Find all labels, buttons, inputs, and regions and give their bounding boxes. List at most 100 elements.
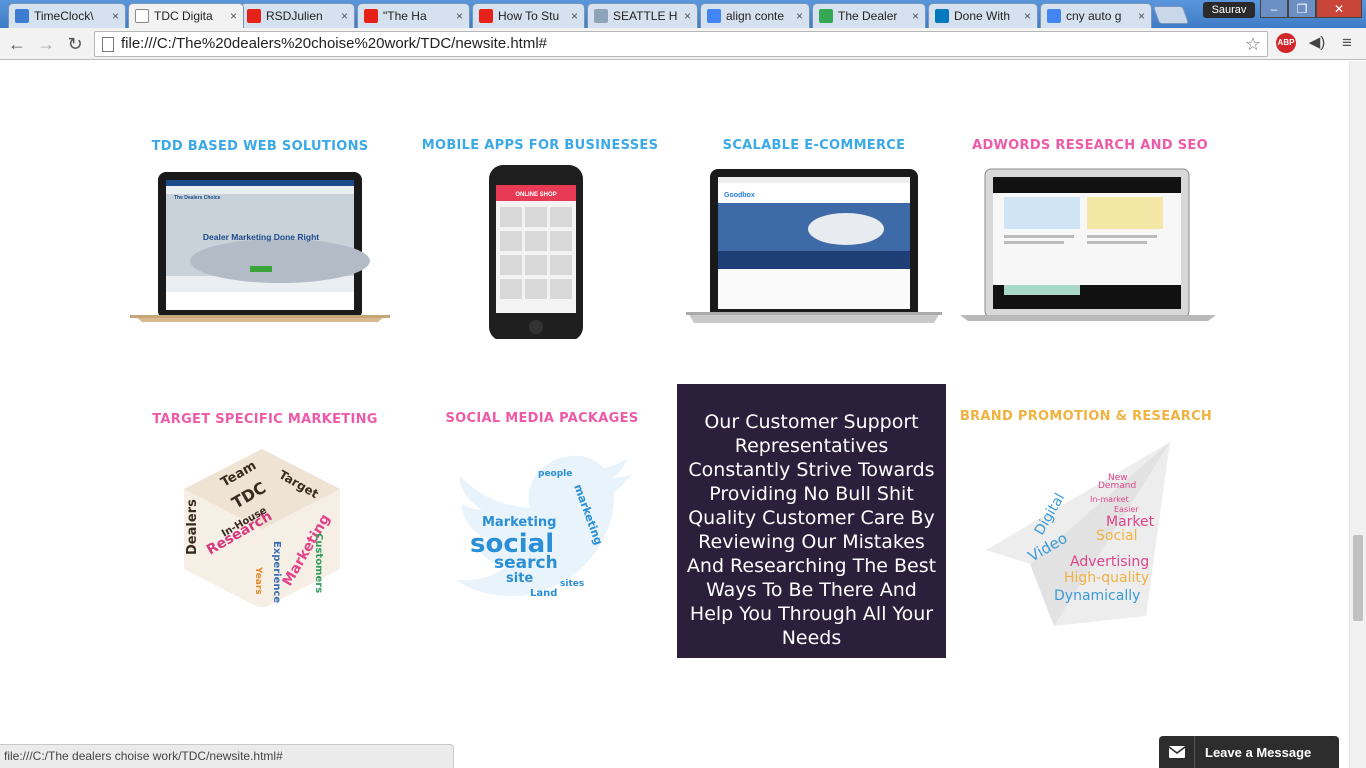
service-title: ADWORDS RESEARCH AND SEO bbox=[972, 138, 1208, 153]
tab-label: RSDJulien bbox=[266, 9, 323, 23]
globe-icon bbox=[15, 9, 29, 23]
service-title: MOBILE APPS FOR BUSINESSES bbox=[421, 138, 659, 153]
browser-tab[interactable]: TimeClock\ × bbox=[8, 3, 126, 28]
scrollbar-thumb[interactable] bbox=[1353, 535, 1363, 621]
mockup-logo: Goodbox bbox=[724, 192, 755, 199]
svg-text:Dealers: Dealers bbox=[185, 499, 200, 555]
vertical-scrollbar[interactable] bbox=[1349, 61, 1366, 768]
phone-mockup-image: ONLINE SHOP bbox=[489, 165, 583, 341]
bookmark-star-icon[interactable]: ☆ bbox=[1245, 32, 1261, 56]
youtube-icon bbox=[479, 9, 493, 23]
close-window-icon[interactable]: ✕ bbox=[1316, 0, 1362, 18]
close-tab-icon[interactable]: × bbox=[796, 9, 803, 23]
trello-icon bbox=[935, 9, 949, 23]
svg-text:Marketing: Marketing bbox=[482, 515, 556, 530]
browser-tab[interactable]: The Dealer × bbox=[812, 3, 926, 28]
address-bar[interactable]: file:///C:/The%20dealers%20choise%20work… bbox=[94, 31, 1268, 57]
hexagon-wordcloud-image: Team Target TDC Dealers Research Marketi… bbox=[184, 449, 340, 609]
maximize-icon[interactable]: ❐ bbox=[1288, 0, 1316, 18]
browser-tab[interactable]: "The Ha × bbox=[357, 3, 470, 28]
mockup-logo: The Dealers Choice bbox=[174, 195, 221, 201]
service-web-solutions: TDD BASED WEB SOLUTIONS Dealer Marketing… bbox=[130, 139, 390, 331]
svg-text:Customers: Customers bbox=[313, 533, 324, 593]
reload-icon[interactable]: ↻ bbox=[64, 33, 86, 55]
svg-text:High-quality: High-quality bbox=[1064, 570, 1149, 586]
svg-text:Experience: Experience bbox=[271, 541, 282, 603]
tab-strip: TimeClock\ × TDC Digita × RSDJulien × "The Ha ×… bbox=[0, 0, 1366, 28]
svg-text:Easier: Easier bbox=[1114, 505, 1139, 514]
service-social-media: SOCIAL MEDIA PACKAGES Marketing social s… bbox=[420, 411, 664, 611]
close-tab-icon[interactable]: × bbox=[571, 9, 578, 23]
svg-text:people: people bbox=[538, 469, 572, 479]
browser-tab[interactable]: cny auto g × bbox=[1040, 3, 1152, 28]
browser-tab[interactable]: TDC Digita × bbox=[128, 3, 244, 28]
tab-label: TimeClock\ bbox=[34, 9, 94, 23]
close-tab-icon[interactable]: × bbox=[684, 9, 691, 23]
paper-plane-wordcloud-image: Video Digital Market Social Advertising … bbox=[986, 442, 1170, 626]
browser-tab[interactable]: RSDJulien × bbox=[240, 3, 355, 28]
svg-text:Demand: Demand bbox=[1098, 481, 1136, 491]
service-title: TARGET SPECIFIC MARKETING bbox=[152, 412, 378, 427]
svg-text:In-market: In-market bbox=[1090, 495, 1129, 504]
maps-icon bbox=[819, 9, 833, 23]
service-title: SOCIAL MEDIA PACKAGES bbox=[445, 411, 639, 426]
back-icon[interactable]: ← bbox=[6, 33, 28, 55]
close-tab-icon[interactable]: × bbox=[1138, 9, 1145, 23]
close-tab-icon[interactable]: × bbox=[456, 9, 463, 23]
chat-label: Leave a Message bbox=[1205, 744, 1312, 760]
browser-tab[interactable]: align conte × bbox=[700, 3, 810, 28]
service-ecommerce: SCALABLE E-COMMERCE Goodbox bbox=[686, 138, 942, 332]
browser-tab[interactable]: SEATTLE H × bbox=[587, 3, 698, 28]
menu-icon[interactable]: ≡ bbox=[1336, 33, 1358, 53]
new-tab-button[interactable] bbox=[1152, 6, 1190, 24]
svg-text:Land: Land bbox=[530, 588, 557, 599]
extension-icon[interactable]: ◀) bbox=[1306, 33, 1328, 53]
svg-text:Dynamically: Dynamically bbox=[1054, 588, 1140, 604]
close-tab-icon[interactable]: × bbox=[230, 9, 237, 23]
url-text: file:///C:/The%20dealers%20choise%20work… bbox=[121, 35, 548, 52]
s-icon bbox=[594, 9, 608, 23]
leave-message-button[interactable]: Leave a Message bbox=[1159, 736, 1339, 768]
svg-text:sites: sites bbox=[560, 579, 584, 589]
forward-icon[interactable]: → bbox=[35, 33, 57, 55]
browser-toolbar: ← → ↻ file:///C:/The%20dealers%20choise%… bbox=[0, 28, 1366, 60]
close-tab-icon[interactable]: × bbox=[341, 9, 348, 23]
service-target-marketing: TARGET SPECIFIC MARKETING Team Target TD… bbox=[140, 412, 390, 612]
svg-text:search: search bbox=[494, 553, 558, 573]
service-title: TDD BASED WEB SOLUTIONS bbox=[151, 139, 369, 154]
tab-label: Done With bbox=[954, 9, 1011, 23]
close-tab-icon[interactable]: × bbox=[112, 9, 119, 23]
youtube-icon bbox=[247, 9, 261, 23]
page-viewport: TDD BASED WEB SOLUTIONS Dealer Marketing… bbox=[0, 61, 1349, 768]
customer-support-promo: Our Customer Support Representatives Con… bbox=[677, 384, 946, 658]
twitter-bird-wordcloud-image: Marketing social search site sites marke… bbox=[456, 455, 632, 599]
status-bar: file:///C:/The dealers choise work/TDC/n… bbox=[0, 744, 454, 768]
tab-label: "The Ha bbox=[383, 9, 427, 23]
browser-tab[interactable]: How To Stu × bbox=[472, 3, 585, 28]
svg-text:Advertising: Advertising bbox=[1070, 554, 1149, 570]
browser-tab[interactable]: Done With × bbox=[928, 3, 1038, 28]
svg-text:site: site bbox=[506, 571, 533, 586]
minimize-icon[interactable]: – bbox=[1260, 0, 1288, 18]
page-icon bbox=[135, 9, 149, 23]
tab-label: TDC Digita bbox=[154, 9, 213, 23]
close-tab-icon[interactable]: × bbox=[1024, 9, 1031, 23]
close-tab-icon[interactable]: × bbox=[912, 9, 919, 23]
tab-label: cny auto g bbox=[1066, 9, 1122, 23]
tab-label: The Dealer bbox=[838, 9, 898, 23]
promo-text: Our Customer Support Representatives Con… bbox=[686, 411, 937, 649]
tab-label: SEATTLE H bbox=[613, 9, 678, 23]
service-adwords-seo: ADWORDS RESEARCH AND SEO bbox=[960, 138, 1220, 332]
laptop-blog-image bbox=[960, 168, 1216, 321]
laptop-mockup-image: Dealer Marketing Done Right The Dealers … bbox=[130, 172, 390, 322]
profile-badge[interactable]: Saurav bbox=[1203, 2, 1255, 18]
page-icon bbox=[102, 37, 114, 52]
service-title: BRAND PROMOTION & RESEARCH bbox=[959, 409, 1213, 424]
adblock-icon[interactable]: ABP bbox=[1276, 33, 1296, 53]
mail-icon bbox=[1159, 736, 1195, 768]
svg-text:Years: Years bbox=[253, 566, 263, 595]
tab-label: How To Stu bbox=[498, 9, 560, 23]
svg-text:Social: Social bbox=[1096, 528, 1138, 544]
service-mobile-apps: MOBILE APPS FOR BUSINESSES ONLINE SHOP bbox=[410, 138, 670, 344]
youtube-icon bbox=[364, 9, 378, 23]
